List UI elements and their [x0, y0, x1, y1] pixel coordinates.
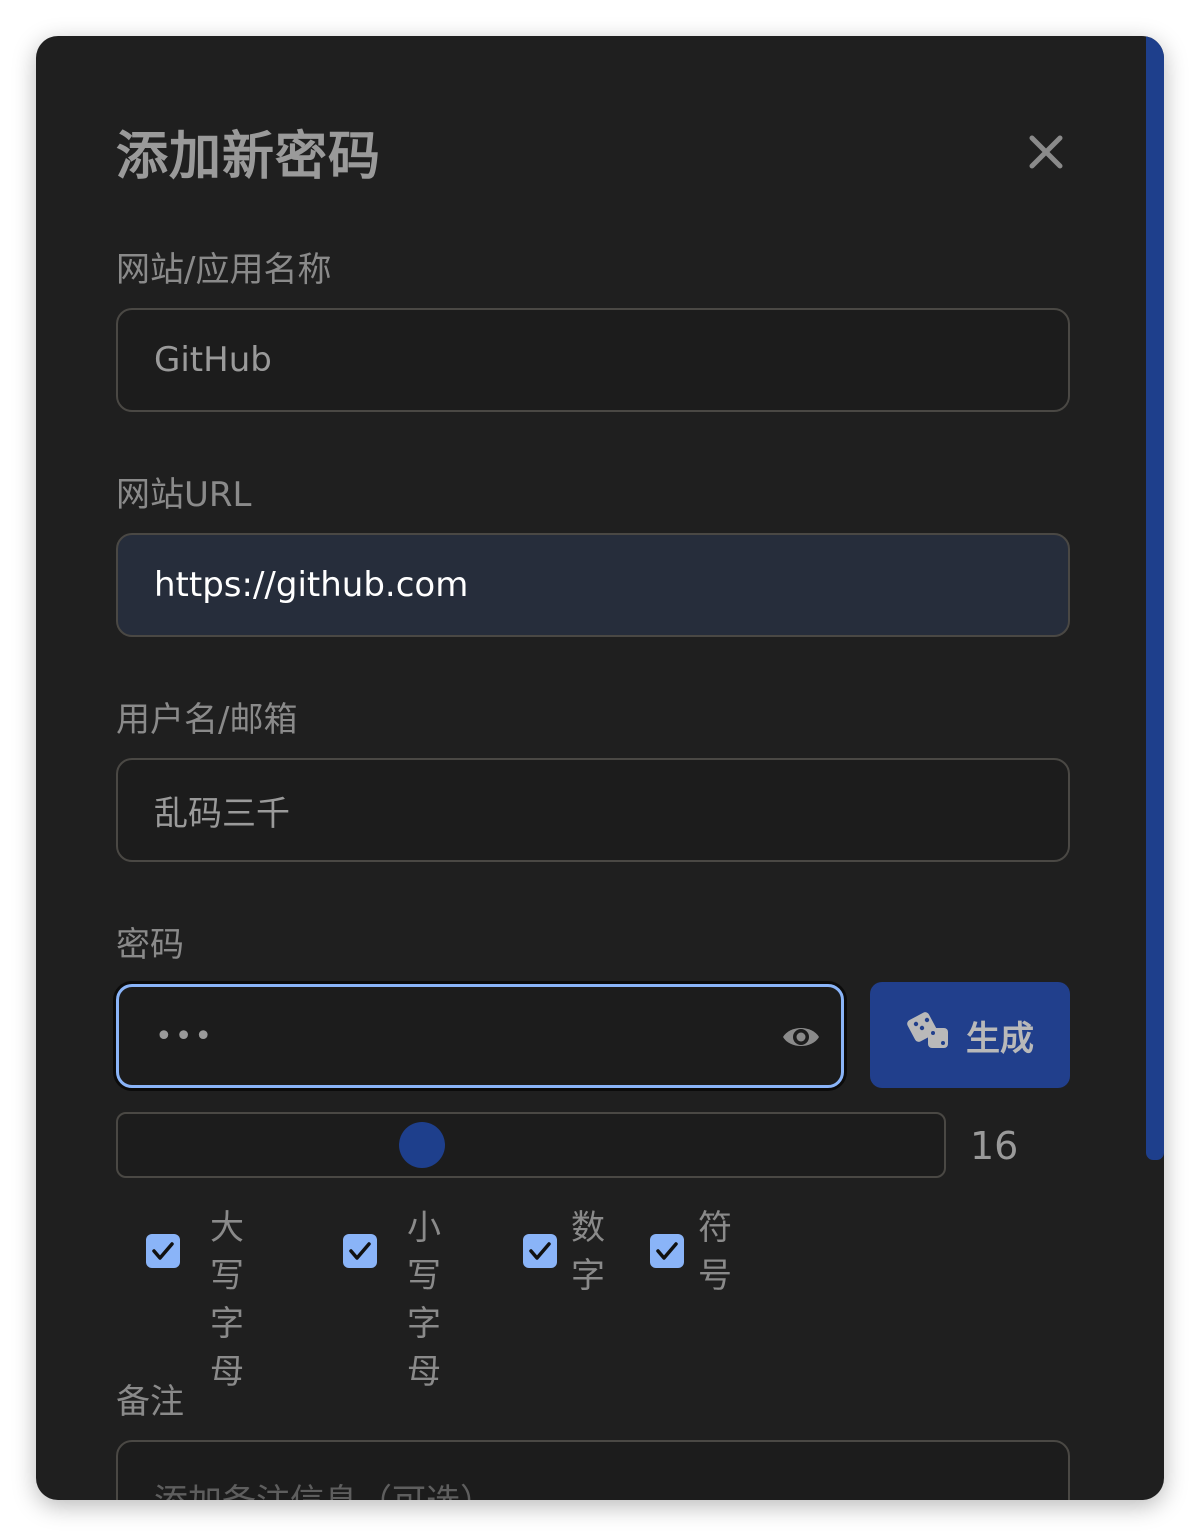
scrollbar[interactable]: [1146, 36, 1164, 1160]
length-value: 16: [970, 1124, 1019, 1168]
url-label: 网站URL: [116, 475, 252, 515]
numbers-label: 数字: [571, 1208, 605, 1296]
numbers-checkbox[interactable]: [523, 1234, 557, 1268]
uppercase-label: 大写 字母: [210, 1208, 244, 1392]
notes-textarea[interactable]: 添加备注信息（可选）: [116, 1440, 1070, 1500]
length-slider[interactable]: [116, 1112, 946, 1178]
password-input[interactable]: •••: [116, 984, 844, 1088]
uppercase-checkbox[interactable]: [146, 1234, 180, 1268]
url-input[interactable]: https://github.com: [116, 533, 1070, 637]
notes-label: 备注: [116, 1382, 184, 1422]
site-name-label: 网站/应用名称: [116, 250, 332, 290]
symbols-label: 符号: [698, 1208, 732, 1296]
notes-placeholder: 添加备注信息（可选）: [154, 1474, 494, 1500]
site-name-input[interactable]: GitHub: [116, 308, 1070, 412]
generate-button-label: 生成: [966, 1018, 1034, 1059]
eye-icon[interactable]: [781, 1020, 821, 1054]
lowercase-checkbox[interactable]: [343, 1234, 377, 1268]
password-label: 密码: [116, 925, 184, 965]
slider-thumb[interactable]: [399, 1122, 445, 1168]
username-input[interactable]: 乱码三千: [116, 758, 1070, 862]
generate-button[interactable]: 生成: [870, 982, 1070, 1088]
dice-icon: [906, 1011, 952, 1060]
password-value: •••: [155, 1018, 215, 1054]
symbols-checkbox[interactable]: [650, 1234, 684, 1268]
site-name-value: GitHub: [154, 340, 272, 380]
dialog-title: 添加新密码: [116, 127, 382, 187]
lowercase-label: 小写 字母: [407, 1208, 441, 1392]
add-password-dialog: 添加新密码 网站/应用名称 GitHub 网站URL https://githu…: [36, 36, 1164, 1500]
close-icon[interactable]: [1026, 132, 1066, 172]
username-label: 用户名/邮箱: [116, 700, 298, 740]
url-value: https://github.com: [154, 565, 469, 605]
username-value: 乱码三千: [154, 793, 290, 834]
